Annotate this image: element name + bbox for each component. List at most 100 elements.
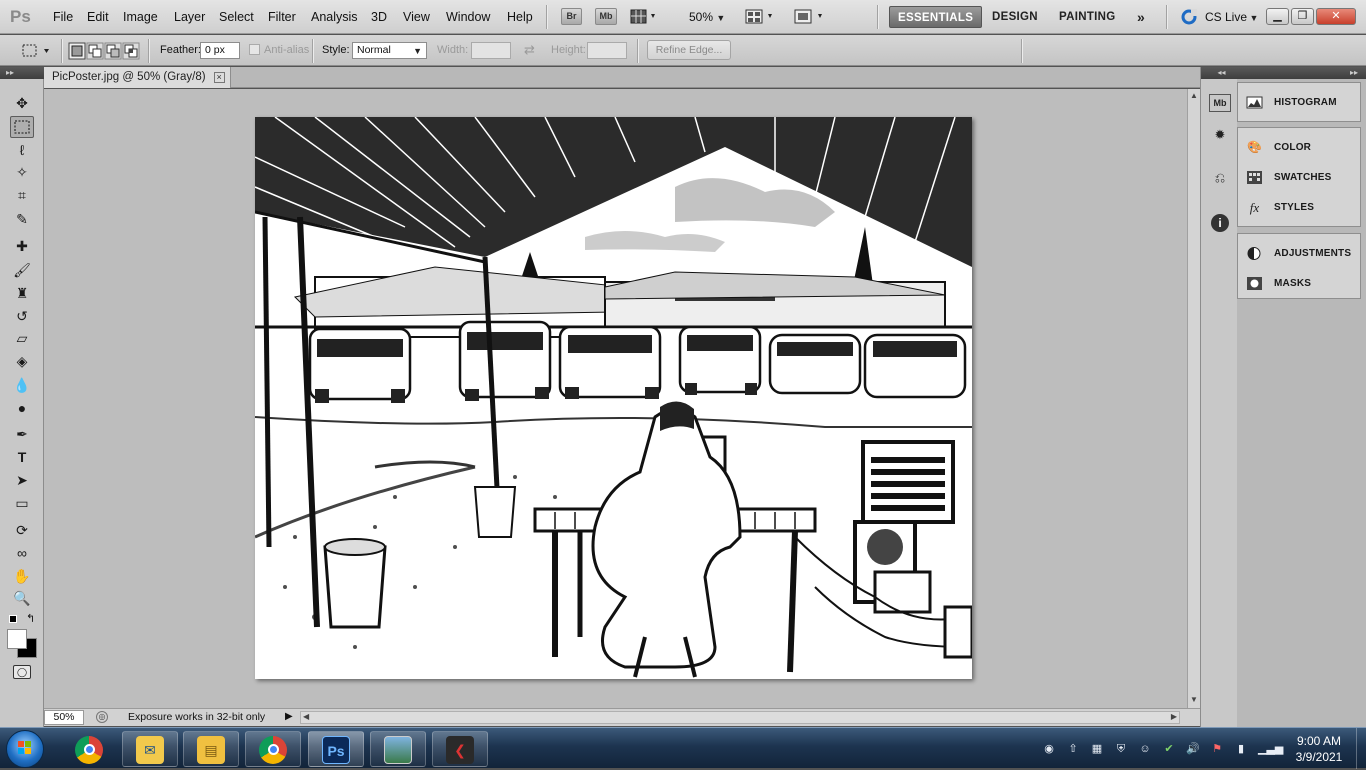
- tool-preset-picker[interactable]: [20, 41, 54, 61]
- zoom-field[interactable]: 50%: [44, 710, 84, 725]
- menu-file[interactable]: File: [53, 10, 73, 24]
- zoom-level-dropdown[interactable]: 50% ▼: [689, 10, 725, 24]
- show-desktop-button[interactable]: [1356, 728, 1366, 769]
- extras-button[interactable]: [630, 8, 660, 25]
- swatches-panel-tab[interactable]: SWATCHES: [1238, 163, 1360, 193]
- arrange-documents-button[interactable]: [745, 8, 779, 25]
- scroll-left-icon[interactable]: ◀: [303, 712, 309, 721]
- rectangle-shape-tool-icon[interactable]: ▭: [10, 492, 34, 514]
- zoom-tool-icon[interactable]: 🔍: [10, 587, 34, 609]
- menu-analysis[interactable]: Analysis: [311, 10, 358, 24]
- signal-icon[interactable]: ▁▃▅: [1258, 742, 1283, 756]
- healing-brush-tool-icon[interactable]: ✚: [10, 235, 34, 257]
- eyedropper-tool-icon[interactable]: ✎: [10, 208, 34, 230]
- 3d-rotate-tool-icon[interactable]: ⟳: [10, 519, 34, 541]
- workspace-painting[interactable]: PAINTING: [1051, 6, 1124, 28]
- workspace-essentials[interactable]: ESSENTIALS: [889, 6, 983, 28]
- start-button[interactable]: [6, 730, 44, 768]
- menu-image[interactable]: Image: [123, 10, 158, 24]
- menu-help[interactable]: Help: [507, 10, 533, 24]
- quick-mask-icon[interactable]: ◯: [13, 665, 31, 679]
- security-icon[interactable]: ⛨: [1114, 742, 1128, 756]
- history-brush-tool-icon[interactable]: ↺: [10, 305, 34, 327]
- taskbar-chrome-pinned[interactable]: [61, 731, 117, 767]
- taskbar-app[interactable]: ❮: [432, 731, 488, 767]
- network-status-icon[interactable]: ▦: [1090, 742, 1104, 756]
- navigator-panel-icon[interactable]: ✹: [1209, 124, 1231, 146]
- histogram-panel-tab[interactable]: HISTOGRAM: [1238, 88, 1360, 118]
- type-tool-icon[interactable]: T: [10, 446, 34, 468]
- close-button[interactable]: ✕: [1316, 8, 1356, 25]
- new-selection-icon[interactable]: [68, 42, 86, 60]
- crop-tool-icon[interactable]: ⌗: [10, 184, 34, 206]
- restore-button[interactable]: ❐: [1291, 8, 1314, 25]
- history-panel-icon[interactable]: ⎌: [1209, 167, 1231, 189]
- subtract-from-selection-icon[interactable]: [104, 42, 122, 60]
- preview-icon[interactable]: ◎: [96, 711, 108, 723]
- swap-colors-icon[interactable]: ↰: [26, 612, 35, 625]
- network-globe-icon[interactable]: ◉: [1042, 742, 1056, 756]
- minimize-button[interactable]: ▁: [1266, 8, 1289, 25]
- workspace-more-button[interactable]: »: [1129, 6, 1153, 28]
- power-icon[interactable]: ▮: [1234, 742, 1248, 756]
- workspace-design[interactable]: DESIGN: [984, 6, 1046, 28]
- menu-layer[interactable]: Layer: [174, 10, 205, 24]
- swap-dimensions-icon[interactable]: ⇄: [524, 42, 535, 58]
- icon-strip-collapse[interactable]: ◂◂: [1201, 67, 1238, 79]
- adjustments-panel-tab[interactable]: ADJUSTMENTS: [1238, 239, 1360, 269]
- styles-panel-tab[interactable]: fx STYLES: [1238, 193, 1360, 223]
- checkmark-icon[interactable]: ✔: [1162, 742, 1176, 756]
- upload-icon[interactable]: ⇧: [1066, 742, 1080, 756]
- masks-panel-tab[interactable]: MASKS: [1238, 269, 1360, 299]
- paint-bucket-tool-icon[interactable]: ◈: [10, 350, 34, 372]
- vertical-scrollbar[interactable]: ▲ ▼: [1187, 89, 1200, 708]
- scroll-right-icon[interactable]: ▶: [1171, 712, 1177, 721]
- bridge-button[interactable]: Br: [561, 8, 582, 25]
- tools-collapse-strip[interactable]: ▸▸: [0, 67, 44, 79]
- action-center-icon[interactable]: ⚑: [1210, 742, 1224, 756]
- move-tool-icon[interactable]: ✥: [10, 92, 34, 114]
- screen-mode-button[interactable]: [793, 8, 827, 25]
- add-to-selection-icon[interactable]: [86, 42, 104, 60]
- menu-filter[interactable]: Filter: [268, 10, 296, 24]
- taskbar-chrome[interactable]: [245, 731, 301, 767]
- panel-dock-collapse[interactable]: ▸▸: [1237, 67, 1366, 79]
- document-image[interactable]: [255, 117, 972, 679]
- default-colors-icon[interactable]: [9, 615, 17, 623]
- menu-3d[interactable]: 3D: [371, 10, 387, 24]
- mini-bridge-button[interactable]: Mb: [595, 8, 617, 25]
- taskbar-image-viewer[interactable]: [370, 731, 426, 767]
- horizontal-scrollbar[interactable]: ◀ ▶: [300, 711, 1180, 724]
- pen-tool-icon[interactable]: ✒: [10, 423, 34, 445]
- anti-alias-checkbox[interactable]: [249, 44, 260, 55]
- height-input[interactable]: [587, 42, 627, 59]
- taskbar-file-explorer[interactable]: ▤: [183, 731, 239, 767]
- volume-icon[interactable]: 🔊: [1186, 742, 1200, 756]
- hand-tool-icon[interactable]: ✋: [10, 565, 34, 587]
- messenger-icon[interactable]: ☺: [1138, 742, 1152, 756]
- scroll-up-icon[interactable]: ▲: [1190, 91, 1198, 100]
- clone-stamp-tool-icon[interactable]: ♜: [10, 282, 34, 304]
- eraser-tool-icon[interactable]: ▱: [10, 327, 34, 349]
- 3d-orbit-tool-icon[interactable]: ∞: [10, 542, 34, 564]
- close-document-icon[interactable]: ×: [213, 72, 225, 83]
- taskbar-outlook[interactable]: ✉: [122, 731, 178, 767]
- quick-selection-tool-icon[interactable]: ✧: [10, 161, 34, 183]
- color-panel-tab[interactable]: 🎨 COLOR: [1238, 133, 1360, 163]
- mini-bridge-panel-icon[interactable]: Mb: [1209, 94, 1231, 112]
- taskbar-photoshop[interactable]: Ps: [308, 731, 364, 767]
- info-panel-icon[interactable]: i: [1209, 212, 1231, 234]
- feather-input[interactable]: 0 px: [200, 42, 240, 59]
- cs-live-menu[interactable]: CS Live ▼: [1205, 10, 1258, 24]
- style-select[interactable]: Normal ▼: [352, 42, 427, 59]
- refine-edge-button[interactable]: Refine Edge...: [647, 40, 731, 60]
- status-menu-arrow-icon[interactable]: ▶: [285, 711, 293, 722]
- brush-tool-icon[interactable]: 🖌: [10, 259, 34, 281]
- marquee-tool-icon[interactable]: [10, 116, 34, 138]
- width-input[interactable]: [471, 42, 511, 59]
- system-clock[interactable]: 9:00 AM 3/9/2021: [1288, 733, 1350, 765]
- menu-select[interactable]: Select: [219, 10, 254, 24]
- path-selection-tool-icon[interactable]: ➤: [10, 469, 34, 491]
- blur-tool-icon[interactable]: 💧: [10, 374, 34, 396]
- document-tab[interactable]: PicPoster.jpg @ 50% (Gray/8) ×: [44, 67, 231, 88]
